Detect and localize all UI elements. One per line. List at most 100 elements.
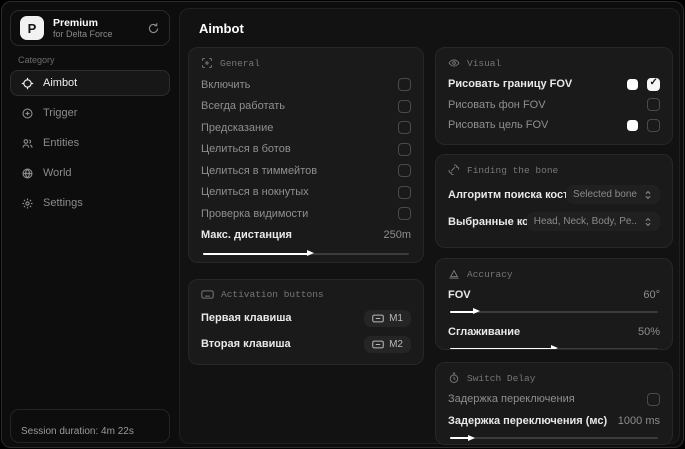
eye-icon [448, 57, 460, 69]
setting-row: Целиться в тиммейтов [201, 160, 411, 182]
sidebar-nav: Aimbot Trigger Entities World Settings [10, 70, 170, 220]
bone-icon [448, 164, 460, 176]
sidebar-item-label: Settings [43, 197, 83, 209]
keyboard-icon [201, 289, 214, 300]
sidebar-item-aimbot[interactable]: Aimbot [10, 70, 170, 96]
setting-label: Целиться в нокнутых [201, 186, 309, 199]
keybind-label: Первая клавиша [201, 312, 292, 324]
setting-row: Рисовать фон FOV [448, 95, 660, 116]
color-swatch[interactable] [627, 78, 638, 90]
setting-label: Всегда работать [201, 100, 286, 113]
switch-delay-slider[interactable] [448, 434, 660, 443]
checkbox[interactable] [647, 77, 660, 91]
key-icon [372, 340, 384, 349]
crosshair-icon [21, 77, 34, 90]
visual-title: Visual [467, 57, 502, 69]
dropdown-value: Selected bone [573, 189, 637, 200]
brand-subtitle: for Delta Force [53, 28, 113, 39]
activation-title: Activation buttons [221, 289, 324, 300]
setting-label: Целиться в ботов [201, 143, 291, 156]
dropdown-label: Алгоритм поиска кост [448, 188, 567, 201]
dropdown-value: Head, Neck, Body, Pe.. [533, 216, 637, 227]
sidebar-item-entities[interactable]: Entities [10, 130, 170, 156]
bone-title: Finding the bone [467, 164, 559, 176]
activation-card: Activation buttons Первая клавиша M1 Вто… [188, 279, 424, 365]
key-icon [372, 314, 384, 323]
general-title: General [220, 57, 260, 69]
checkbox[interactable] [647, 98, 660, 112]
brand-logo: P [20, 16, 44, 40]
sidebar-item-label: Entities [43, 137, 80, 149]
setting-label: Проверка видимости [201, 207, 309, 220]
checkbox[interactable] [398, 185, 411, 199]
general-card: General Включить Всегда работать Предска… [188, 47, 424, 263]
keybind-value: M1 [389, 312, 403, 324]
setting-row: Всегда работать [201, 96, 411, 118]
keybind-label: Вторая клавиша [201, 338, 291, 350]
dropdown-row: Выбранные кос Head, Neck, Body, Pe.. [448, 208, 660, 235]
setting-row: Включить [201, 74, 411, 96]
slider-row: Макс. дистанция 250m [201, 225, 411, 247]
scan-icon [201, 57, 213, 69]
setting-label: Предсказание [201, 121, 274, 134]
switch-delay-card: Switch Delay Задержка переключения Задер… [435, 362, 673, 445]
chevron-up-down-icon [643, 217, 653, 227]
sidebar-item-world[interactable]: World [10, 160, 170, 186]
slider-row: Задержка переключения (мс) 1000 ms [448, 412, 660, 431]
slider-row: Сглаживание 50% [448, 322, 660, 341]
setting-row: Целиться в нокнутых [201, 182, 411, 204]
sidebar-item-label: Trigger [43, 107, 78, 119]
keybind-value: M2 [389, 338, 403, 350]
fov-slider[interactable] [448, 307, 660, 316]
trigger-icon [21, 107, 34, 120]
session-duration: Session duration: 4m 22s [10, 409, 170, 443]
max-distance-slider[interactable] [201, 249, 411, 258]
slider-value: 60° [643, 288, 660, 301]
checkbox[interactable] [398, 164, 411, 178]
checkbox[interactable] [647, 118, 660, 132]
keybind-button[interactable]: M2 [364, 335, 411, 353]
refresh-icon[interactable] [147, 22, 160, 35]
setting-label: Рисовать границу FOV [448, 78, 573, 91]
sidebar-item-label: Aimbot [43, 77, 78, 89]
color-swatch[interactable] [627, 119, 638, 131]
setting-row: Рисовать цель FOV [448, 115, 660, 136]
checkbox[interactable] [647, 392, 660, 406]
setting-row: Задержка переключения [448, 389, 660, 410]
checkbox[interactable] [398, 99, 411, 113]
gauge-icon [448, 268, 460, 280]
slider-value: 50% [637, 325, 660, 338]
chevron-up-down-icon [643, 190, 653, 200]
checkbox[interactable] [398, 121, 411, 135]
keybind-button[interactable]: M1 [364, 309, 411, 327]
setting-row: Целиться в ботов [201, 139, 411, 161]
keybind-row: Первая клавиша M1 [201, 305, 411, 331]
brand-title: Premium [53, 16, 98, 29]
setting-label: Включить [201, 78, 251, 91]
visual-card: Visual Рисовать границу FOV Рисовать фон… [435, 47, 673, 145]
slider-value: 250m [383, 229, 411, 242]
setting-label: Целиться в тиммейтов [201, 164, 318, 177]
category-label: Category [18, 55, 55, 65]
accuracy-card: Accuracy FOV 60° Сглаживание 50% [435, 258, 673, 350]
keybind-row: Вторая клавиша M2 [201, 331, 411, 357]
sidebar-item-trigger[interactable]: Trigger [10, 100, 170, 126]
slider-label: Макс. дистанция [201, 229, 292, 242]
checkbox[interactable] [398, 78, 411, 92]
sidebar-item-settings[interactable]: Settings [10, 190, 170, 216]
selected-bones-dropdown[interactable]: Head, Neck, Body, Pe.. [526, 212, 660, 231]
sidebar-item-label: World [43, 167, 72, 179]
switch-delay-title: Switch Delay [467, 372, 536, 384]
entities-icon [21, 137, 34, 150]
slider-label: FOV [448, 288, 471, 301]
checkbox[interactable] [398, 207, 411, 221]
setting-label: Задержка переключения [448, 393, 575, 406]
slider-label: Сглаживание [448, 325, 521, 338]
bone-algorithm-dropdown[interactable]: Selected bone [566, 185, 660, 204]
checkbox[interactable] [398, 142, 411, 156]
dropdown-row: Алгоритм поиска кост Selected bone [448, 181, 660, 208]
brand-card: P Premium for Delta Force [10, 10, 170, 46]
smoothing-slider[interactable] [448, 344, 660, 349]
gear-icon [21, 197, 34, 210]
page-title: Aimbot [199, 21, 244, 36]
